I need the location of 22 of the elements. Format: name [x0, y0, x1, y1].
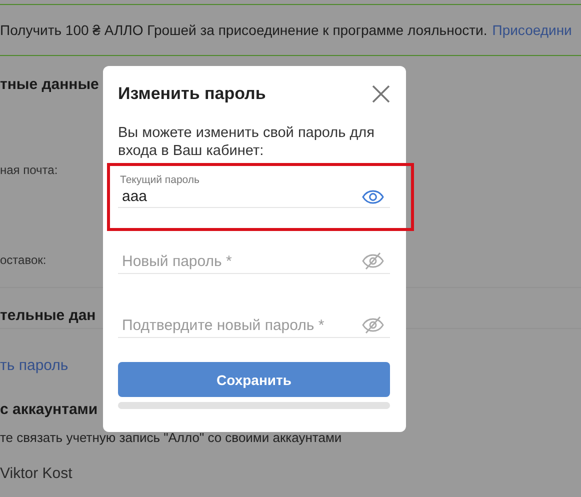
account-name: Viktor Kost	[0, 465, 72, 482]
eye-slash-icon[interactable]	[362, 316, 384, 334]
eye-slash-icon[interactable]	[362, 252, 384, 270]
section-heading: тные данные	[0, 76, 99, 93]
password-input[interactable]: Подтвердите новый пароль *	[120, 316, 344, 334]
section-heading: с аккаунтами	[0, 401, 98, 418]
field-label: ная почта:	[0, 163, 58, 177]
dialog-title: Изменить пароль	[118, 84, 266, 104]
password-input[interactable]: Новый пароль *	[120, 252, 344, 270]
promo-text: Получить 100 ₴ АЛЛО Грошей за присоединение к программе лояльности.	[0, 22, 488, 38]
join-link[interactable]: Присоедини	[492, 22, 572, 38]
eye-icon[interactable]	[362, 190, 384, 204]
section-heading: тельные дан	[0, 306, 96, 324]
field-label: Текущий пароль	[120, 174, 200, 186]
field-label: оставок:	[0, 253, 46, 267]
page-link[interactable]: ть пароль	[0, 357, 68, 374]
password-input[interactable]: aaa	[120, 188, 344, 205]
horizontal-scrollbar[interactable]	[118, 402, 390, 409]
close-icon[interactable]	[372, 85, 390, 103]
save-button[interactable]: Сохранить	[118, 362, 390, 397]
dialog-intro: Вы можете изменить свой пароль для входа в Ваш кабинет:	[118, 124, 376, 160]
section-description: те связать учетную запись "Алло" со своими аккаунтами	[0, 430, 342, 445]
